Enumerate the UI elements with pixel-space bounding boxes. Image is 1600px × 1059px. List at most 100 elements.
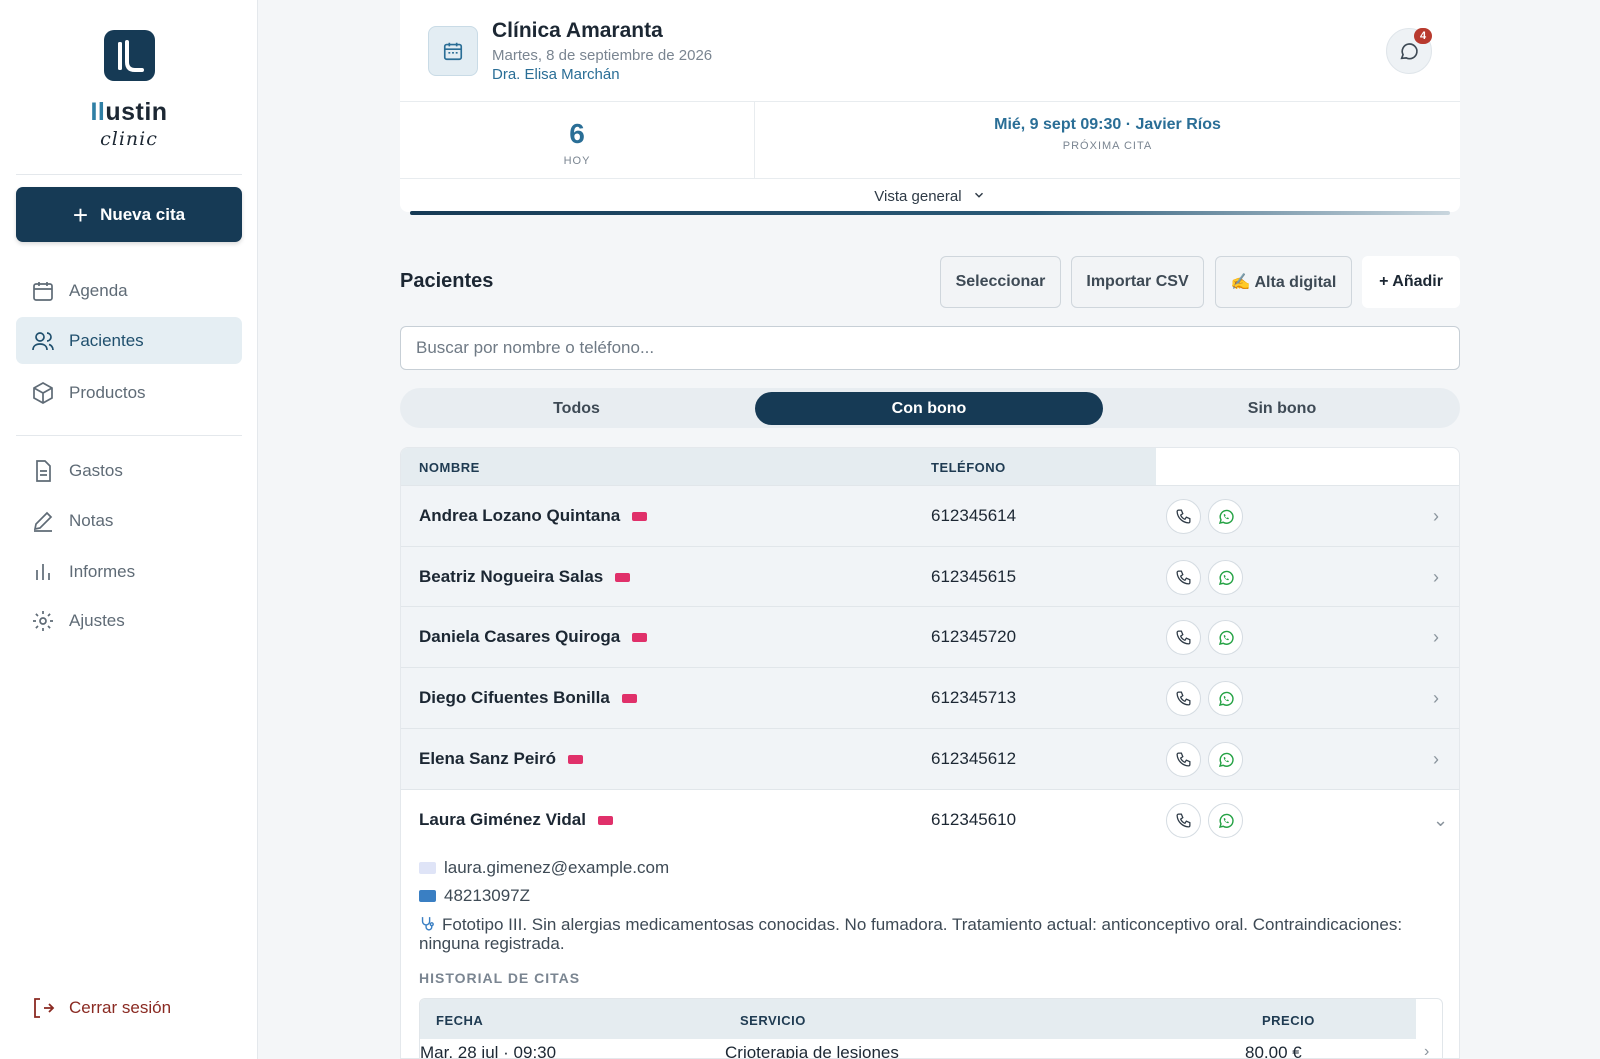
doctor-name: Dra. Elisa Marchán [492,66,620,83]
call-button[interactable] [1166,499,1201,534]
patient-phone: 612345610 [931,810,1017,829]
stats-row: 6 HOY Mié, 9 sept 09:30 · Javier Ríos PR… [400,101,1460,179]
sidebar-item-label: Pacientes [69,330,144,350]
sidebar-item-gastos[interactable]: Gastos [16,447,242,494]
whatsapp-button[interactable] [1208,742,1243,777]
whatsapp-button[interactable] [1208,803,1243,838]
call-button[interactable] [1166,681,1201,716]
phone-icon [1176,813,1191,828]
notification-badge: 4 [1414,28,1432,44]
voucher-ticket-icon [621,693,637,703]
logout-button[interactable]: Cerrar sesión [16,990,242,1026]
filter-segmented-control: Todos Con bono Sin bono [400,388,1460,428]
overview-toggle[interactable]: Vista general [400,188,1460,205]
appointment-history-table: FECHA SERVICIO PRECIO Mar, 28 jul · 09:3… [419,998,1443,1059]
table-header [401,448,1156,485]
search-input[interactable] [400,326,1460,370]
whatsapp-button[interactable] [1208,620,1243,655]
chevron-right-icon[interactable]: › [1433,749,1439,770]
whatsapp-button[interactable] [1208,560,1243,595]
patient-phone: 612345720 [931,627,1017,646]
chevron-down-icon[interactable]: ⌄ [1433,810,1448,831]
sidebar: Ilustin clinic + Nueva cita Agenda Pacie… [0,0,258,1059]
import-csv-button[interactable]: Importar CSV [1071,256,1204,308]
voucher-ticket-icon [597,815,613,825]
whatsapp-icon [1218,813,1234,828]
select-button[interactable]: Seleccionar [940,256,1061,308]
table-row[interactable]: Laura Giménez Vidal 612345610 ⌄ [401,789,1459,850]
patient-phone: 612345713 [931,688,1017,707]
page-title: Pacientes [400,270,494,292]
voucher-ticket-icon [632,511,648,521]
column-header-phone: TELÉFONO [931,460,1006,475]
call-button[interactable] [1166,560,1201,595]
sidebar-item-label: Productos [69,382,146,402]
history-price: 80,00 € [1245,1043,1302,1059]
chevron-right-icon[interactable]: › [1433,567,1439,588]
table-row[interactable]: Andrea Lozano Quintana 612345614 › [401,485,1459,546]
patient-phone: 612345615 [931,567,1017,586]
table-row[interactable]: Elena Sanz Peiró 612345612 › [401,728,1459,789]
phone-icon [1176,570,1191,585]
table-row[interactable]: Beatriz Nogueira Salas 612345615 › [401,546,1459,607]
call-button[interactable] [1166,742,1201,777]
patient-notes: Fototipo III. Sin alergias medicamentosa… [419,915,1403,953]
patient-name: Diego Cifuentes Bonilla [419,688,637,708]
sidebar-item-productos[interactable]: Productos [16,369,242,416]
filter-without-voucher[interactable]: Sin bono [1108,392,1456,425]
today-label: HOY [563,155,591,167]
phone-icon [1176,630,1191,645]
voucher-ticket-icon [568,754,583,764]
next-appointment-label: PRÓXIMA CITA [1062,140,1153,152]
new-appointment-button[interactable]: + Nueva cita [16,187,242,242]
chevron-right-icon[interactable]: › [1424,1043,1429,1058]
table-row[interactable]: Diego Cifuentes Bonilla 612345713 › [401,667,1459,728]
patient-phone: 612345612 [931,749,1017,768]
history-date: Mar, 28 jul · 09:30 [420,1043,557,1059]
patient-name: Elena Sanz Peiró [419,749,583,769]
phone-icon [1176,509,1191,524]
filter-with-voucher[interactable]: Con bono [755,392,1103,425]
current-date: Martes, 8 de septiembre de 2026 [492,47,713,64]
table-row[interactable]: Daniela Casares Quiroga 612345720 › [401,606,1459,667]
sidebar-item-agenda[interactable]: Agenda [16,267,242,314]
users-icon [32,331,54,350]
id-card-icon [419,890,436,902]
sidebar-item-ajustes[interactable]: Ajustes [16,597,242,644]
chevron-right-icon[interactable]: › [1433,506,1439,527]
whatsapp-icon [1218,691,1234,706]
app-logo[interactable] [104,30,155,81]
phone-icon [1176,691,1191,706]
clinic-name: Clínica Amaranta [492,19,663,42]
sidebar-item-notas[interactable]: Notas [16,497,242,544]
sidebar-divider [16,174,242,175]
stethoscope-icon [421,917,434,931]
call-button[interactable] [1166,803,1201,838]
add-patient-button[interactable]: + Añadir [1362,256,1460,308]
chat-icon [1400,43,1418,60]
column-header-price: PRECIO [1262,1013,1315,1028]
patient-name: Laura Giménez Vidal [419,810,613,830]
sidebar-item-pacientes[interactable]: Pacientes [16,317,242,364]
chevron-right-icon[interactable]: › [1433,627,1439,648]
patient-name: Andrea Lozano Quintana [419,506,648,526]
filter-all[interactable]: Todos [404,392,749,425]
whatsapp-icon [1218,630,1234,645]
digital-signup-button[interactable]: ✍️ Alta digital [1215,256,1352,308]
whatsapp-button[interactable] [1208,681,1243,716]
logout-label: Cerrar sesión [69,998,172,1017]
whatsapp-button[interactable] [1208,499,1243,534]
chevron-right-icon[interactable]: › [1433,688,1439,709]
brand-subtitle: clinic [100,128,158,150]
next-appointment[interactable]: Mié, 9 sept 09:30 · Javier Ríos [755,116,1460,134]
bar-chart-icon [36,563,50,580]
overview-label: Vista general [874,188,962,205]
call-button[interactable] [1166,620,1201,655]
email-icon [419,862,436,874]
patient-name: Beatriz Nogueira Salas [419,567,631,587]
sidebar-item-label: Agenda [69,280,128,300]
pen-icon [33,511,53,532]
sidebar-item-informes[interactable]: Informes [16,548,242,595]
clinic-header-card: Clínica Amaranta Martes, 8 de septiembre… [400,0,1460,215]
new-appointment-label: Nueva cita [100,204,186,224]
